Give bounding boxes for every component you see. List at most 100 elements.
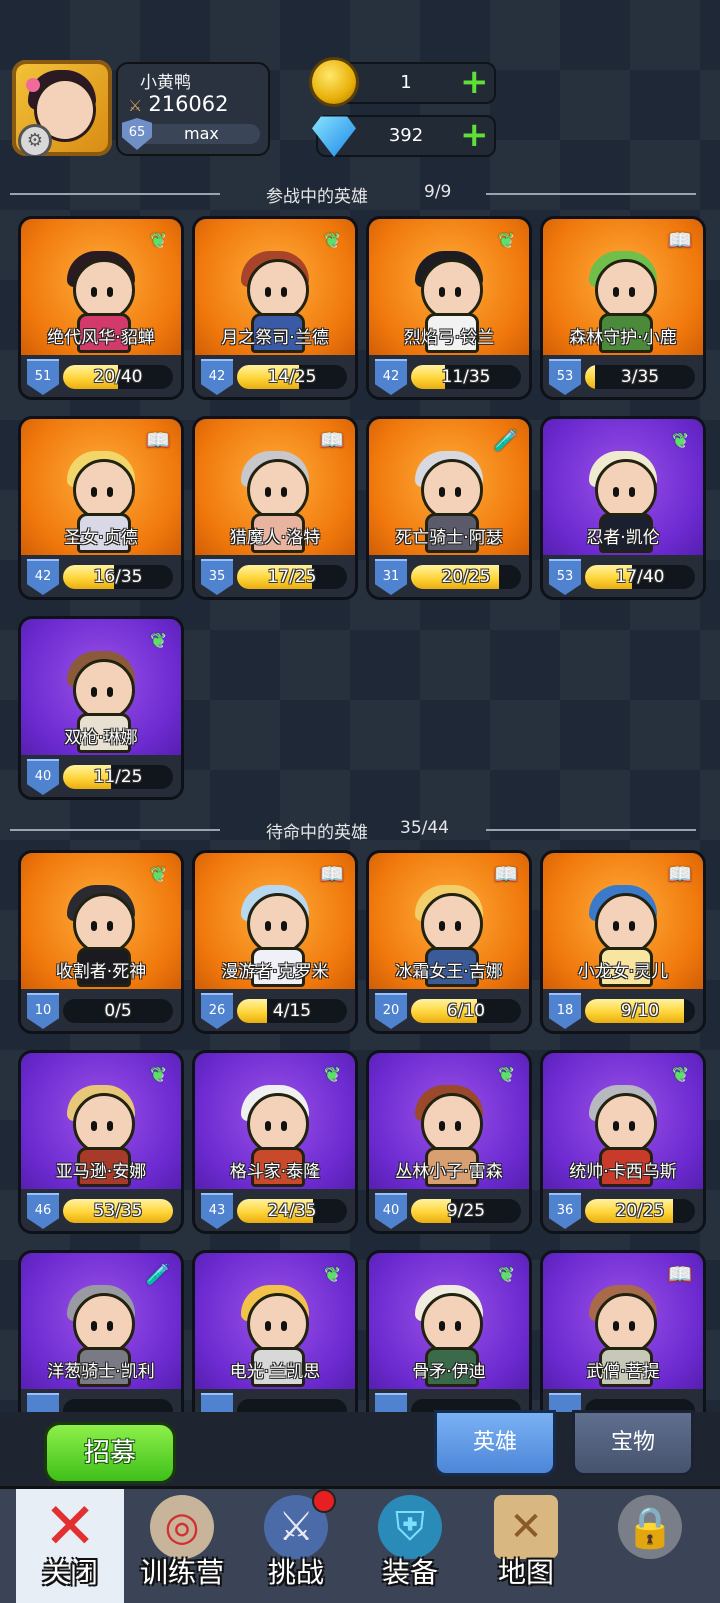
shard-progress-bar: 4/15 — [237, 999, 347, 1023]
hero-head — [595, 893, 657, 955]
shard-progress-bar: 11/25 — [63, 765, 173, 789]
player-name: 小黄鸭 — [140, 73, 191, 93]
hero-eye — [455, 921, 461, 931]
hero-card[interactable]: ❦ 统帅·卡西乌斯 36 20/25 — [540, 1050, 706, 1234]
book-icon: 📖 — [319, 862, 345, 886]
wing-icon: ❦ — [323, 228, 341, 252]
divider-line — [486, 193, 696, 195]
shard-progress-bar: 6/10 — [411, 999, 521, 1023]
hero-head — [595, 1093, 657, 1155]
nav-locked[interactable]: 🔒 — [596, 1489, 704, 1603]
recruit-button[interactable]: 招募 — [44, 1422, 176, 1484]
settings-gear-icon[interactable]: ⚙ — [18, 124, 52, 156]
hero-head — [595, 1293, 657, 1355]
hero-card[interactable]: 📖 森林守护·小鹿 53 3/35 — [540, 216, 706, 400]
hero-footer: 35 17/25 — [195, 555, 355, 597]
hero-eye — [91, 487, 97, 497]
hero-name: 电光·兰凯思 — [229, 1362, 321, 1382]
hero-level-shield: 31 — [375, 559, 407, 595]
hero-head — [595, 459, 657, 521]
add-gems-button[interactable]: + — [460, 118, 489, 152]
hero-name: 丛林小子·雷森 — [395, 1162, 503, 1182]
gem-value: 392 — [388, 125, 424, 146]
hero-eye — [455, 487, 461, 497]
hero-name: 绝代风华·貂蝉 — [47, 328, 155, 348]
book-icon: 📖 — [493, 862, 519, 886]
hero-card[interactable]: ❦ 丛林小子·雷森 40 9/25 — [366, 1050, 532, 1234]
hero-card[interactable]: ❦ 双枪·琳娜 40 11/25 — [18, 616, 184, 800]
notification-dot — [312, 1489, 336, 1513]
level-bar: 65 max — [122, 118, 260, 150]
hero-card[interactable]: ❦ 烈焰弓·铃兰 42 11/35 — [366, 216, 532, 400]
hero-level-shield: 35 — [201, 559, 233, 595]
wing-icon: ❦ — [671, 1062, 689, 1086]
hero-card[interactable]: 🧪 死亡骑士·阿瑟 31 20/25 — [366, 416, 532, 600]
hero-head — [73, 459, 135, 521]
hero-head — [247, 1293, 309, 1355]
hero-name: 冰霜女王·吉娜 — [395, 962, 503, 982]
tab-treasure[interactable]: 宝物 — [572, 1410, 694, 1476]
hero-head — [73, 893, 135, 955]
hero-eye — [629, 921, 635, 931]
divider-line — [486, 829, 696, 831]
hero-card[interactable]: 📖 猎魔人·洛特 35 17/25 — [192, 416, 358, 600]
hero-eye — [439, 287, 445, 297]
shard-progress-text: 11/35 — [441, 367, 491, 387]
hero-eye — [439, 921, 445, 931]
shard-progress-text: 4/15 — [272, 1001, 312, 1021]
hero-footer: 46 53/35 — [21, 1189, 181, 1231]
active-section-title: 参战中的英雄 — [266, 187, 368, 207]
hero-eye — [265, 287, 271, 297]
hero-card[interactable]: 📖 武僧·菩提 — [540, 1250, 706, 1434]
hero-card[interactable]: ❦ 电光·兰凯思 — [192, 1250, 358, 1434]
hero-head — [421, 1293, 483, 1355]
hero-card[interactable]: ❦ 收割者·死神 10 0/5 — [18, 850, 184, 1034]
wing-icon: ❦ — [323, 1262, 341, 1286]
wing-icon: ❦ — [149, 862, 167, 886]
shard-progress-bar: 11/35 — [411, 365, 521, 389]
add-coins-button[interactable]: + — [460, 65, 489, 99]
wing-icon: ❦ — [497, 1262, 515, 1286]
book-icon: 📖 — [667, 862, 693, 886]
nav-equipment[interactable]: ⛨ 装备 — [356, 1489, 464, 1603]
hero-card[interactable]: ❦ 格斗家·泰隆 43 24/35 — [192, 1050, 358, 1234]
hero-card[interactable]: 📖 小龙女·灵儿 18 9/10 — [540, 850, 706, 1034]
player-profile[interactable]: ⚙ 小黄鸭 ⚔ 216062 65 max — [12, 60, 270, 156]
shard-progress-bar: 24/35 — [237, 1199, 347, 1223]
player-info-panel: 小黄鸭 ⚔ 216062 65 max — [116, 62, 270, 156]
hero-card[interactable]: ❦ 忍者·凯伦 53 17/40 — [540, 416, 706, 600]
hero-level-shield: 43 — [201, 1193, 233, 1229]
hero-card[interactable]: ❦ 绝代风华·貂蝉 51 20/40 — [18, 216, 184, 400]
player-avatar[interactable]: ⚙ — [12, 60, 112, 156]
shard-progress-text: 0/5 — [104, 1001, 132, 1021]
hero-card[interactable]: ❦ 骨矛·伊迪 — [366, 1250, 532, 1434]
hero-card[interactable]: ❦ 月之祭司·兰德 42 14/25 — [192, 216, 358, 400]
shard-progress-text: 53/35 — [93, 1201, 143, 1221]
hero-level-shield: 53 — [549, 359, 581, 395]
hero-eye — [613, 1321, 619, 1331]
hero-level-shield: 40 — [27, 759, 59, 795]
hero-eye — [629, 487, 635, 497]
hero-card[interactable]: 🧪 洋葱骑士·凯利 — [18, 1250, 184, 1434]
hero-eye — [91, 1321, 97, 1331]
hero-head — [421, 259, 483, 321]
player-power: ⚔ 216062 — [128, 92, 229, 116]
standby-section-title: 待命中的英雄 — [266, 823, 368, 843]
hero-card[interactable]: ❦ 亚马逊·安娜 46 53/35 — [18, 1050, 184, 1234]
hero-card[interactable]: 📖 漫游者·克罗米 26 4/15 — [192, 850, 358, 1034]
hero-card[interactable]: 📖 冰霜女王·吉娜 20 6/10 — [366, 850, 532, 1034]
nav-challenge[interactable]: ⚔ 挑战 — [242, 1489, 350, 1603]
divider-line — [10, 829, 220, 831]
nav-close[interactable]: ✕ 关闭 — [16, 1489, 124, 1603]
nav-map[interactable]: ✕ 地图 — [472, 1489, 580, 1603]
hero-level-shield: 53 — [549, 559, 581, 595]
hero-eye — [107, 1121, 113, 1131]
hero-name: 烈焰弓·铃兰 — [403, 328, 495, 348]
hero-card[interactable]: 📖 圣女·贞德 42 16/35 — [18, 416, 184, 600]
tab-hero[interactable]: 英雄 — [434, 1410, 556, 1476]
shard-progress-bar: 0/5 — [63, 999, 173, 1023]
hero-eye — [91, 687, 97, 697]
hero-head — [247, 893, 309, 955]
wing-icon: ❦ — [323, 1062, 341, 1086]
nav-training[interactable]: ◎ 训练营 — [128, 1489, 236, 1603]
